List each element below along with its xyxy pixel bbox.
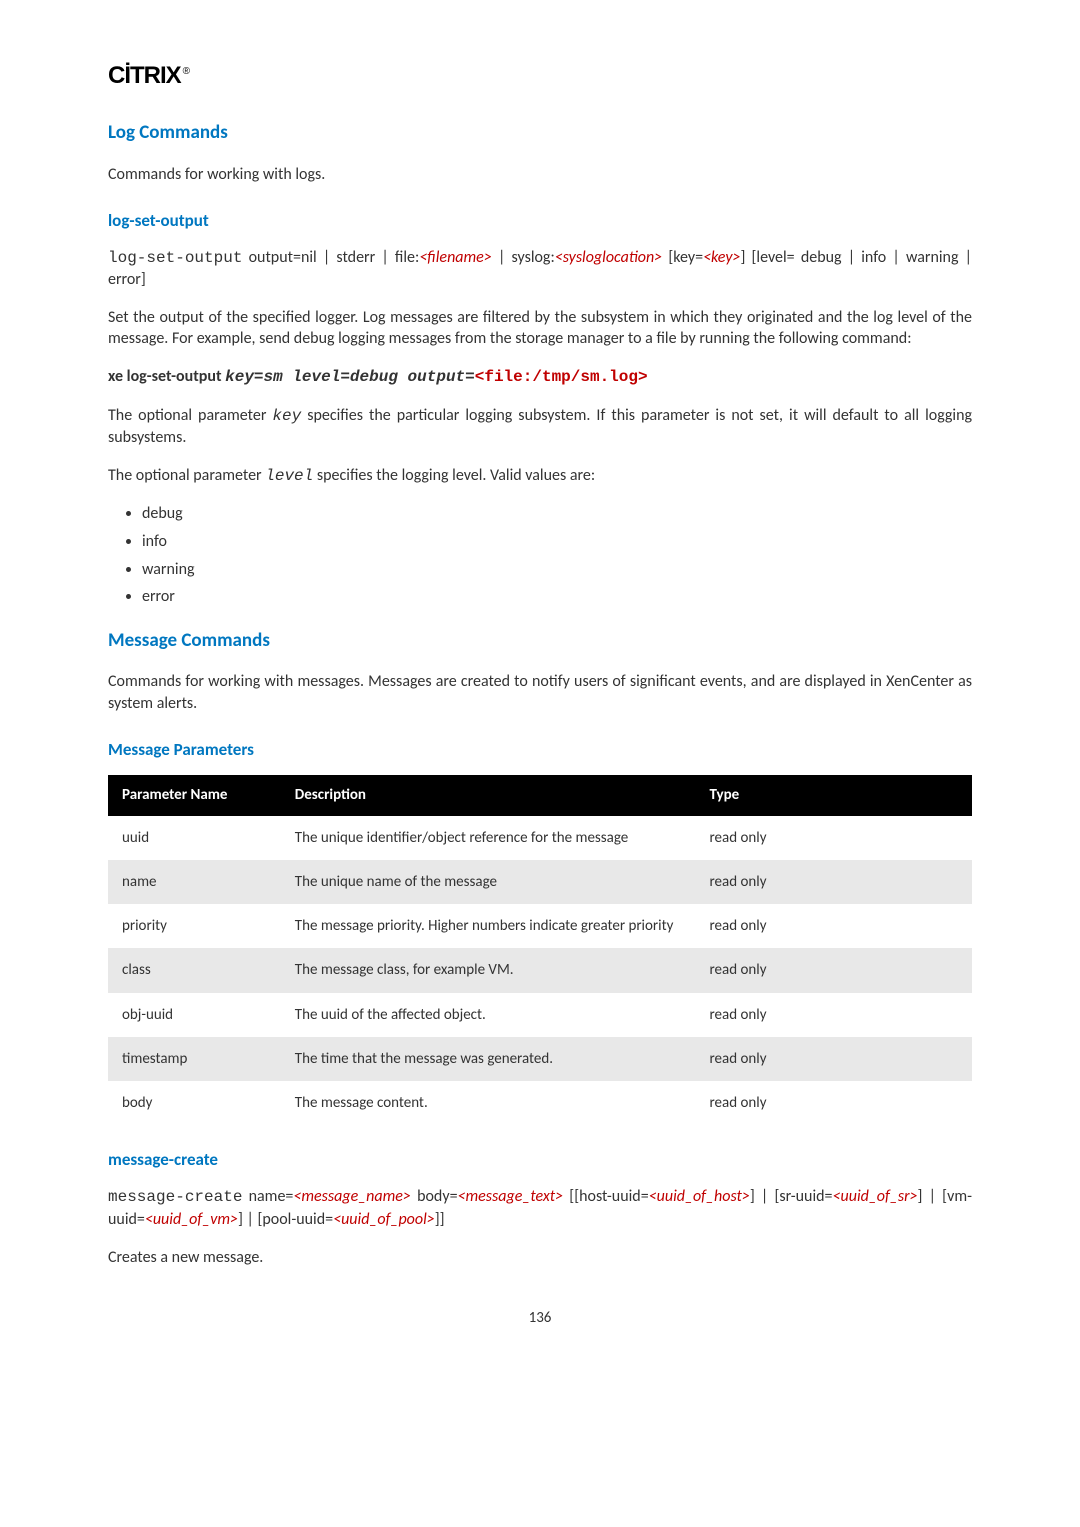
cell-type: read only [696, 948, 972, 992]
syntax-text: output=nil | stderr | file: [242, 248, 419, 267]
th-type: Type [696, 775, 972, 815]
heading-log-set-output: log-set-output [108, 210, 972, 233]
log-intro: Commands for working with logs. [108, 164, 972, 186]
message-create-syntax: message-create name=<message_name> body=… [108, 1186, 972, 1230]
log-example-command: xe log-set-output key=sm level=debug out… [108, 366, 972, 389]
syntax-text: [[host-uuid= [563, 1187, 649, 1206]
logo-text: CİTRIX [108, 62, 181, 89]
syntax-cmd: log-set-output [108, 249, 242, 267]
message-create-desc: Creates a new message. [108, 1247, 972, 1269]
syntax-cmd: message-create [108, 1188, 242, 1206]
list-item: info [142, 531, 972, 553]
table-row: uuidThe unique identifier/object referen… [108, 816, 972, 860]
table-row: nameThe unique name of the messageread o… [108, 860, 972, 904]
syntax-text: ] | [sr-uuid= [750, 1187, 833, 1206]
cell-type: read only [696, 993, 972, 1037]
example-output-arg: <file:/tmp/sm.log> [475, 368, 648, 386]
table-row: priorityThe message priority. Higher num… [108, 904, 972, 948]
th-name: Parameter Name [108, 775, 281, 815]
cell-desc: The message class, for example VM. [281, 948, 696, 992]
registered-mark: ® [183, 66, 189, 77]
syntax-arg: <uuid_of_vm> [145, 1210, 238, 1229]
heading-message-parameters: Message Parameters [108, 739, 972, 762]
log-set-output-syntax: log-set-output output=nil | stderr | fil… [108, 247, 972, 291]
cell-name: obj-uuid [108, 993, 281, 1037]
cell-type: read only [696, 860, 972, 904]
syntax-text: name= [242, 1187, 293, 1206]
page-number: 136 [108, 1308, 972, 1328]
level-param-desc: The optional parameter level specifies t… [108, 465, 972, 488]
syntax-text: | syslog: [492, 248, 555, 267]
syntax-arg: <sysloglocation> [555, 248, 662, 267]
table-row: bodyThe message content.read only [108, 1081, 972, 1125]
list-item: debug [142, 503, 972, 525]
level-list: debug info warning error [108, 503, 972, 607]
cell-name: name [108, 860, 281, 904]
syntax-arg: <message_text> [458, 1187, 564, 1206]
brand-logo: CİTRIX® [108, 60, 972, 92]
syntax-text: ]] [435, 1210, 445, 1229]
log-set-output-desc: Set the output of the specified logger. … [108, 307, 972, 350]
text: The optional parameter [108, 406, 272, 425]
code-key: key [272, 407, 301, 425]
text: specifies the logging level. Valid value… [313, 466, 595, 485]
heading-log-commands: Log Commands [108, 120, 972, 146]
syntax-text: ] | [pool-uuid= [238, 1210, 333, 1229]
syntax-arg: <uuid_of_pool> [333, 1210, 435, 1229]
cell-desc: The message content. [281, 1081, 696, 1125]
cell-type: read only [696, 904, 972, 948]
cell-desc: The time that the message was generated. [281, 1037, 696, 1081]
cell-desc: The uuid of the affected object. [281, 993, 696, 1037]
syntax-arg: <key> [703, 248, 740, 267]
table-header-row: Parameter Name Description Type [108, 775, 972, 815]
list-item: error [142, 586, 972, 608]
syntax-arg: <message_name> [293, 1187, 411, 1206]
syntax-arg: <uuid_of_sr> [833, 1187, 918, 1206]
table-row: obj-uuidThe uuid of the affected object.… [108, 993, 972, 1037]
cell-type: read only [696, 816, 972, 860]
text: The optional parameter [108, 466, 265, 485]
example-prefix: xe log-set-output [108, 367, 225, 386]
cell-type: read only [696, 1037, 972, 1081]
th-desc: Description [281, 775, 696, 815]
cell-desc: The unique name of the message [281, 860, 696, 904]
heading-message-commands: Message Commands [108, 628, 972, 654]
cell-desc: The unique identifier/object reference f… [281, 816, 696, 860]
code-level: level [265, 467, 313, 485]
cell-name: body [108, 1081, 281, 1125]
heading-message-create: message-create [108, 1149, 972, 1172]
syntax-text: body= [411, 1187, 458, 1206]
cell-name: priority [108, 904, 281, 948]
example-args: key=sm level=debug output= [225, 368, 475, 386]
cell-name: class [108, 948, 281, 992]
syntax-arg: <filename> [419, 248, 491, 267]
syntax-arg: <uuid_of_host> [649, 1187, 750, 1206]
table-row: timestampThe time that the message was g… [108, 1037, 972, 1081]
list-item: warning [142, 559, 972, 581]
cell-desc: The message priority. Higher numbers ind… [281, 904, 696, 948]
msg-intro: Commands for working with messages. Mess… [108, 671, 972, 714]
key-param-desc: The optional parameter key specifies the… [108, 405, 972, 449]
cell-name: timestamp [108, 1037, 281, 1081]
message-params-table: Parameter Name Description Type uuidThe … [108, 775, 972, 1125]
cell-type: read only [696, 1081, 972, 1125]
cell-name: uuid [108, 816, 281, 860]
table-row: classThe message class, for example VM.r… [108, 948, 972, 992]
syntax-text: [key= [662, 248, 703, 267]
